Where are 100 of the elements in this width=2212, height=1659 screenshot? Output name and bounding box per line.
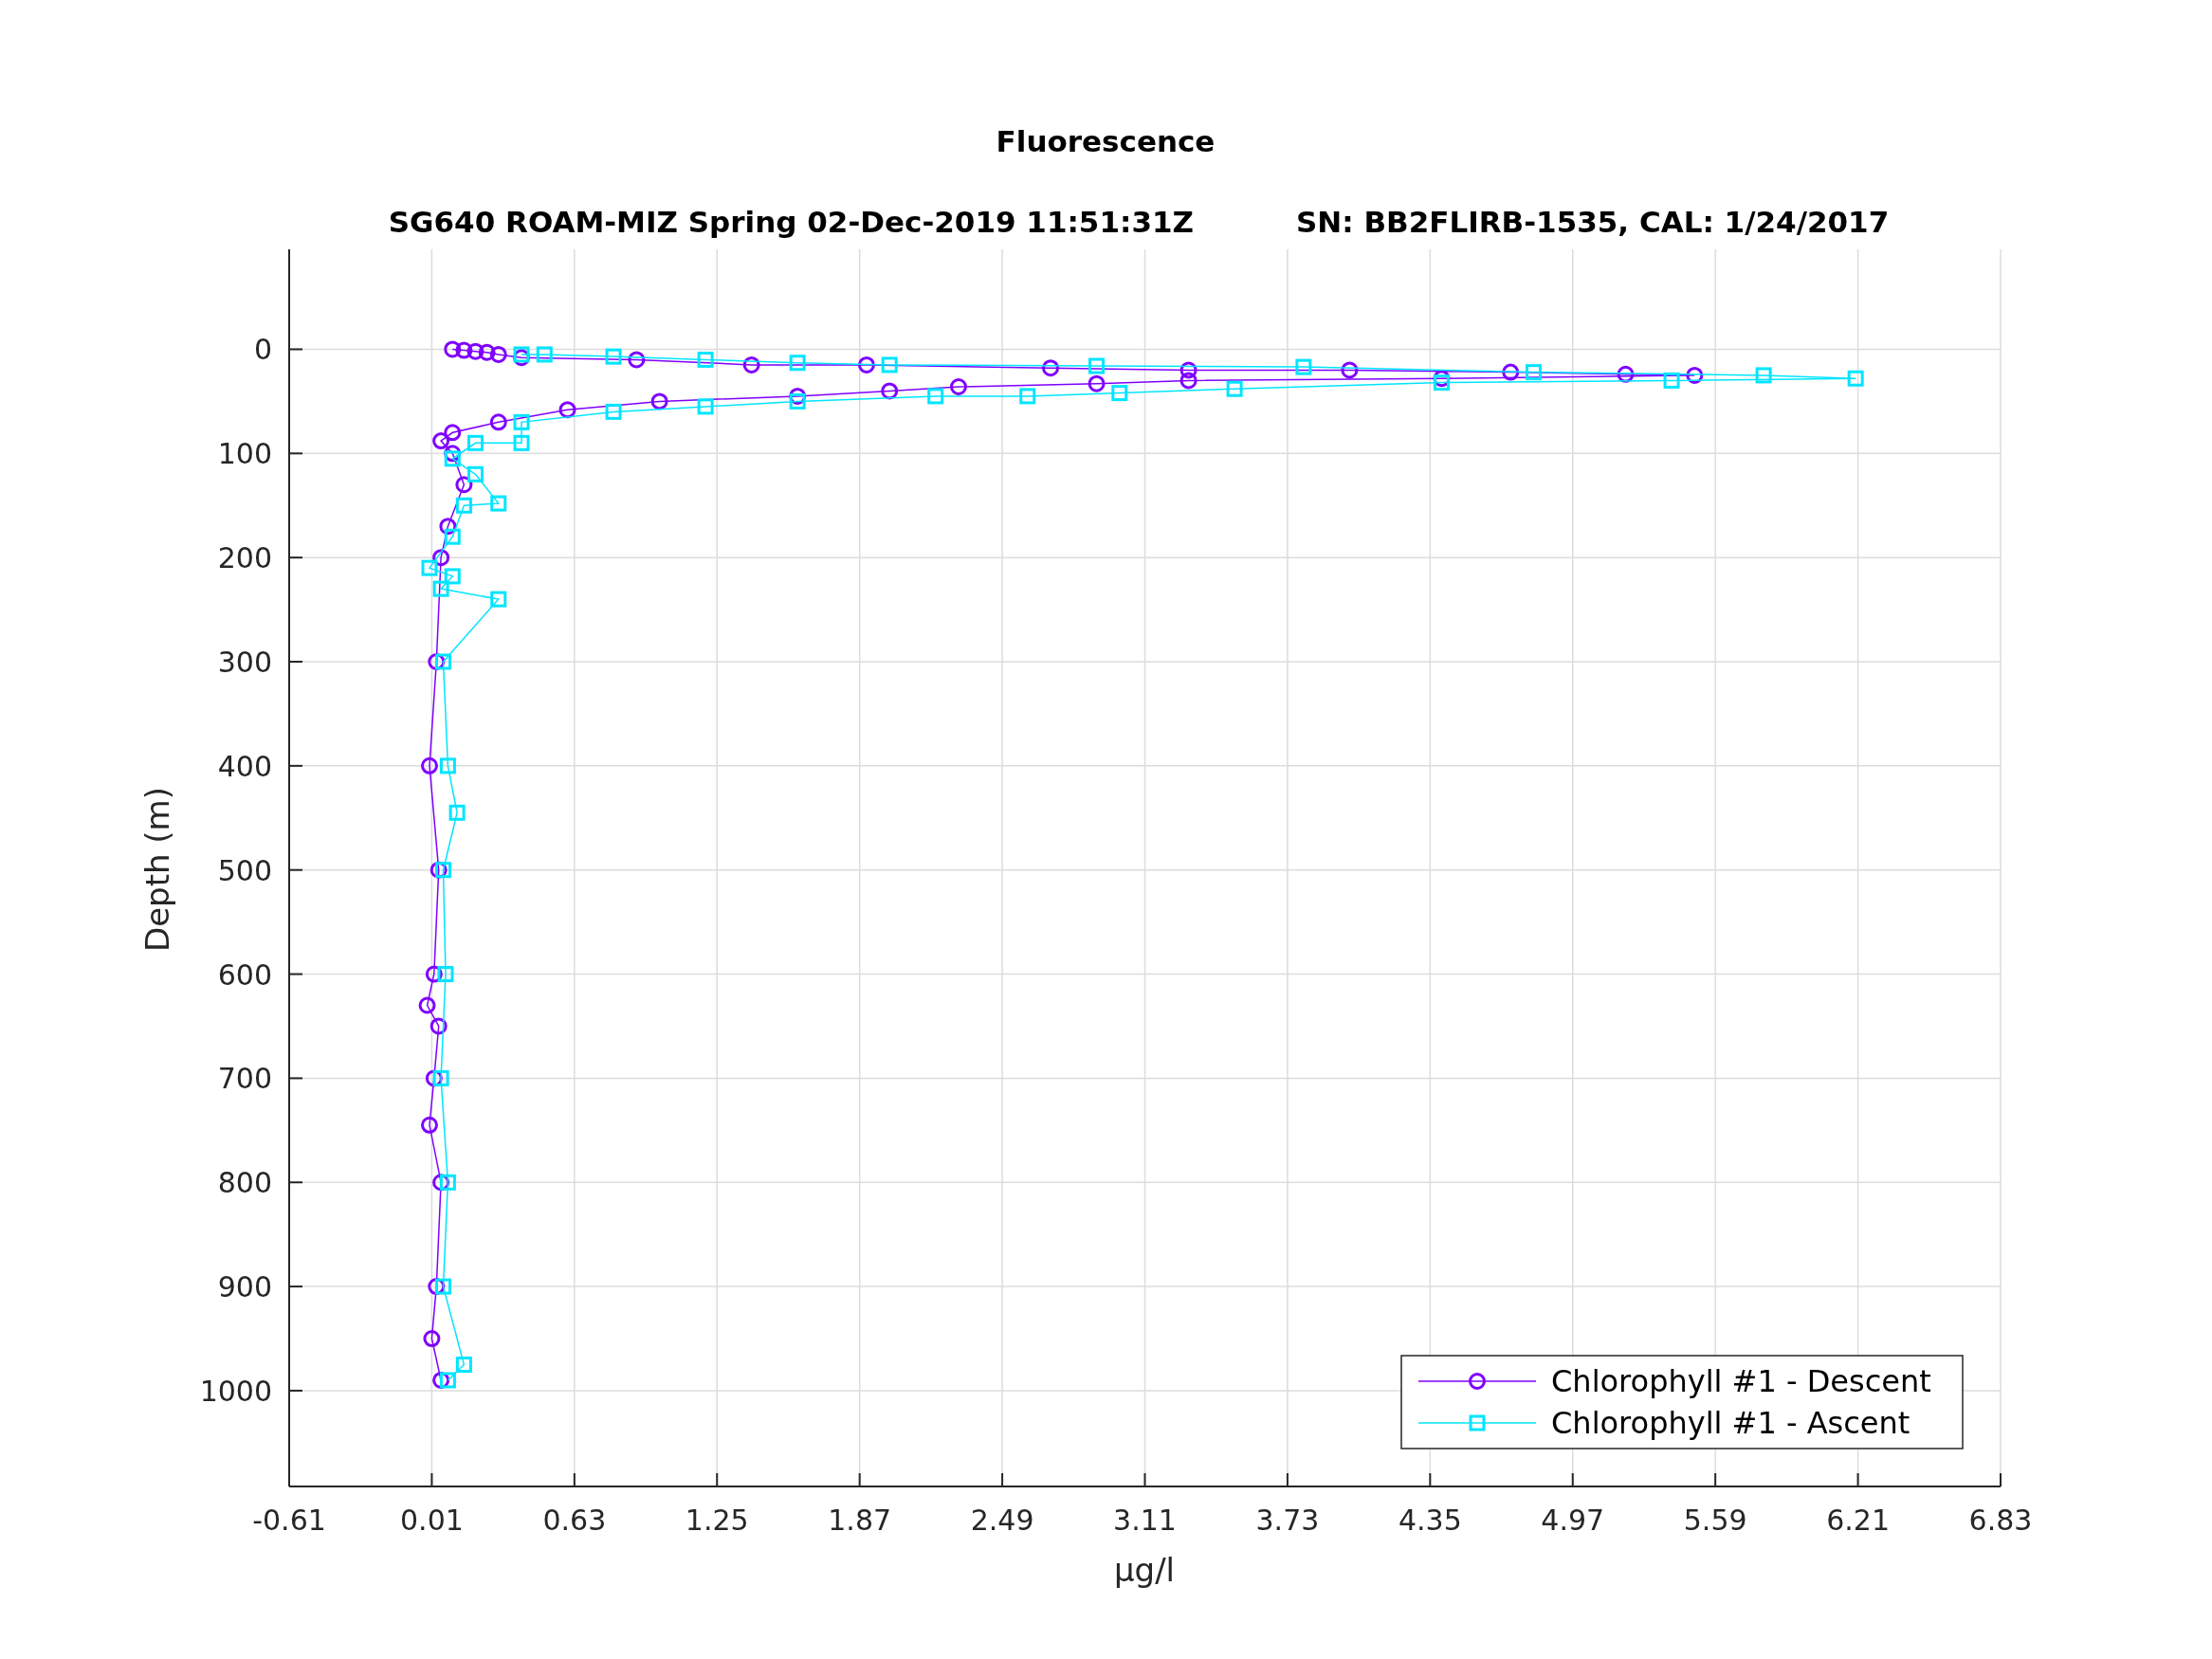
data-point bbox=[432, 1371, 450, 1389]
data-point bbox=[1226, 380, 1243, 397]
data-point bbox=[448, 804, 466, 821]
data-point bbox=[490, 495, 507, 512]
data-point bbox=[425, 965, 443, 983]
data-point bbox=[605, 403, 622, 420]
data-point bbox=[950, 378, 967, 395]
data-point bbox=[444, 424, 462, 442]
data-point bbox=[444, 450, 461, 467]
x-tick-label: 6.83 bbox=[1968, 1504, 2033, 1537]
data-point bbox=[1019, 388, 1036, 405]
x-tick-label: 4.35 bbox=[1398, 1504, 1462, 1537]
data-point bbox=[1617, 365, 1635, 383]
y-tick-label: 700 bbox=[217, 1062, 272, 1096]
y-tick-label: 500 bbox=[217, 853, 272, 887]
data-point bbox=[428, 1278, 446, 1296]
data-point bbox=[421, 757, 438, 775]
data-point bbox=[789, 355, 806, 372]
data-point bbox=[425, 1069, 443, 1087]
chart-subtitle: SG640 ROAM-MIZ Spring 02-Dec-2019 11:51:31Z SN: BB2FLIRB-1535, CAL: 1/24/2017 bbox=[388, 205, 1890, 239]
legend-label: Chlorophyll #1 - Descent bbox=[1551, 1363, 1931, 1399]
data-point bbox=[444, 445, 462, 463]
chart-title: Fluorescence bbox=[996, 124, 1216, 158]
data-point bbox=[1433, 370, 1451, 388]
y-tick-label: 600 bbox=[217, 957, 272, 992]
data-point bbox=[421, 1116, 438, 1134]
x-tick-label: 5.59 bbox=[1683, 1504, 1747, 1537]
data-point bbox=[1663, 372, 1680, 389]
data-point bbox=[650, 392, 668, 410]
data-point bbox=[1502, 363, 1520, 381]
data-point bbox=[430, 1017, 448, 1035]
data-point bbox=[466, 342, 484, 360]
data-point bbox=[490, 591, 507, 608]
x-tick-label: 3.11 bbox=[1113, 1504, 1177, 1537]
data-point bbox=[437, 966, 454, 983]
x-tick-label: 1.25 bbox=[685, 1504, 749, 1537]
data-point bbox=[1088, 374, 1106, 392]
data-point bbox=[455, 497, 472, 514]
data-point bbox=[432, 580, 449, 597]
data-point bbox=[513, 413, 530, 430]
data-point bbox=[1179, 372, 1197, 390]
data-point bbox=[513, 434, 530, 451]
data-point bbox=[513, 346, 530, 363]
data-point bbox=[881, 356, 898, 374]
x-tick-label: 1.87 bbox=[828, 1504, 892, 1537]
data-point bbox=[1088, 357, 1106, 374]
data-point bbox=[1526, 364, 1542, 381]
y-tick-label: 0 bbox=[253, 333, 272, 367]
data-point bbox=[428, 653, 446, 670]
data-point bbox=[432, 432, 450, 450]
data-point bbox=[1433, 374, 1450, 392]
x-tick-label: 0.01 bbox=[400, 1504, 464, 1537]
data-point bbox=[439, 1174, 456, 1191]
data-point bbox=[432, 1174, 450, 1192]
data-point bbox=[439, 1372, 456, 1389]
data-point bbox=[1341, 361, 1359, 379]
data-point bbox=[628, 351, 646, 369]
data-point bbox=[444, 568, 461, 585]
y-tick-label: 100 bbox=[217, 437, 272, 471]
data-point bbox=[439, 518, 457, 536]
data-point bbox=[857, 356, 875, 374]
data-point bbox=[789, 392, 806, 410]
data-point bbox=[444, 528, 461, 545]
x-tick-label: 3.73 bbox=[1255, 1504, 1320, 1537]
y-tick-label: 900 bbox=[217, 1270, 272, 1304]
data-point bbox=[697, 351, 714, 368]
data-point bbox=[435, 653, 452, 670]
data-point bbox=[489, 345, 507, 363]
data-point bbox=[478, 343, 496, 361]
data-point bbox=[455, 1357, 472, 1373]
data-point bbox=[432, 549, 450, 567]
data-point bbox=[489, 413, 507, 431]
y-tick-label: 200 bbox=[217, 541, 272, 575]
data-point bbox=[435, 862, 452, 879]
x-tick-label: -0.61 bbox=[252, 1504, 326, 1537]
x-tick-label: 0.63 bbox=[542, 1504, 607, 1537]
legend-label: Chlorophyll #1 - Ascent bbox=[1551, 1405, 1910, 1441]
data-point bbox=[455, 476, 473, 494]
x-axis-label: μg/l bbox=[1113, 1551, 1176, 1589]
data-point bbox=[1179, 361, 1197, 379]
y-tick-label: 300 bbox=[217, 646, 272, 679]
data-point bbox=[881, 382, 899, 400]
data-point bbox=[1111, 385, 1128, 402]
data-point bbox=[455, 341, 473, 359]
data-point bbox=[1755, 367, 1772, 384]
data-point bbox=[605, 348, 622, 365]
data-point bbox=[789, 387, 807, 405]
data-point bbox=[927, 388, 944, 405]
data-point bbox=[439, 757, 456, 775]
data-point bbox=[513, 349, 531, 367]
data-point bbox=[1847, 370, 1864, 387]
y-tick-label: 800 bbox=[217, 1166, 272, 1200]
data-point bbox=[430, 861, 448, 879]
y-tick-label: 400 bbox=[217, 749, 272, 783]
data-point bbox=[558, 401, 576, 419]
data-point bbox=[435, 1278, 452, 1295]
data-point bbox=[742, 356, 760, 374]
x-tick-label: 6.21 bbox=[1826, 1504, 1890, 1537]
data-point bbox=[1686, 366, 1704, 384]
data-point bbox=[467, 434, 484, 451]
